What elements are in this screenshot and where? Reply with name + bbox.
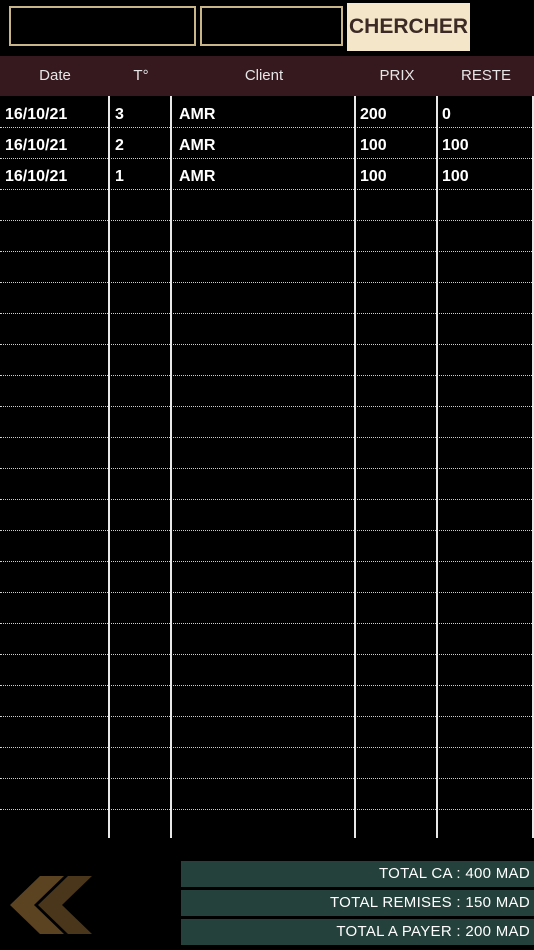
cell-date: 16/10/21 xyxy=(5,168,68,185)
totals-panel: TOTAL CA : 400 MAD TOTAL REMISES : 150 M… xyxy=(181,861,534,948)
cell-client: AMR xyxy=(179,137,216,154)
table-header: Date T° Client PRIX RESTE xyxy=(0,56,534,96)
header-prix[interactable]: PRIX xyxy=(356,56,438,96)
row-divider xyxy=(0,282,534,283)
column-divider xyxy=(170,96,172,838)
cell-client: AMR xyxy=(179,168,216,185)
total-remises: TOTAL REMISES : 150 MAD xyxy=(181,890,534,916)
back-button[interactable] xyxy=(10,876,92,934)
column-divider xyxy=(108,96,110,838)
header-t[interactable]: T° xyxy=(110,56,172,96)
row-divider xyxy=(0,747,534,748)
cell-date: 16/10/21 xyxy=(5,137,68,154)
cell-client: AMR xyxy=(179,106,216,123)
search-bar: CHERCHER xyxy=(0,0,534,56)
row-divider xyxy=(0,623,534,624)
row-divider xyxy=(0,251,534,252)
cell-date: 16/10/21 xyxy=(5,106,68,123)
row-divider xyxy=(0,220,534,221)
total-ca: TOTAL CA : 400 MAD xyxy=(181,861,534,887)
cell-reste: 100 xyxy=(442,137,469,154)
cell-prix: 200 xyxy=(360,106,387,123)
row-divider xyxy=(0,592,534,593)
row-divider xyxy=(0,530,534,531)
cell-t: 3 xyxy=(115,106,124,123)
row-divider xyxy=(0,468,534,469)
column-divider xyxy=(436,96,438,838)
cell-prix: 100 xyxy=(360,137,387,154)
row-divider xyxy=(0,654,534,655)
row-divider xyxy=(0,499,534,500)
cell-prix: 100 xyxy=(360,168,387,185)
row-divider xyxy=(0,127,534,128)
header-date[interactable]: Date xyxy=(0,56,110,96)
row-divider xyxy=(0,716,534,717)
column-divider xyxy=(354,96,356,838)
row-divider xyxy=(0,685,534,686)
search-input-1[interactable] xyxy=(9,6,196,46)
cell-t: 1 xyxy=(115,168,124,185)
search-button[interactable]: CHERCHER xyxy=(347,3,470,51)
double-chevron-left-icon xyxy=(10,876,92,934)
cell-reste: 0 xyxy=(442,106,451,123)
row-divider xyxy=(0,778,534,779)
header-reste[interactable]: RESTE xyxy=(438,56,534,96)
row-divider xyxy=(0,375,534,376)
row-divider xyxy=(0,809,534,810)
row-divider xyxy=(0,437,534,438)
cell-t: 2 xyxy=(115,137,124,154)
search-input-2[interactable] xyxy=(200,6,343,46)
header-client[interactable]: Client xyxy=(172,56,356,96)
row-divider xyxy=(0,313,534,314)
total-payer: TOTAL A PAYER : 200 MAD xyxy=(181,919,534,945)
cell-reste: 100 xyxy=(442,168,469,185)
table-grid: 16/10/21 3 AMR 200 0 16/10/21 2 AMR 100 … xyxy=(0,96,534,838)
row-divider xyxy=(0,344,534,345)
row-divider xyxy=(0,406,534,407)
row-divider xyxy=(0,561,534,562)
